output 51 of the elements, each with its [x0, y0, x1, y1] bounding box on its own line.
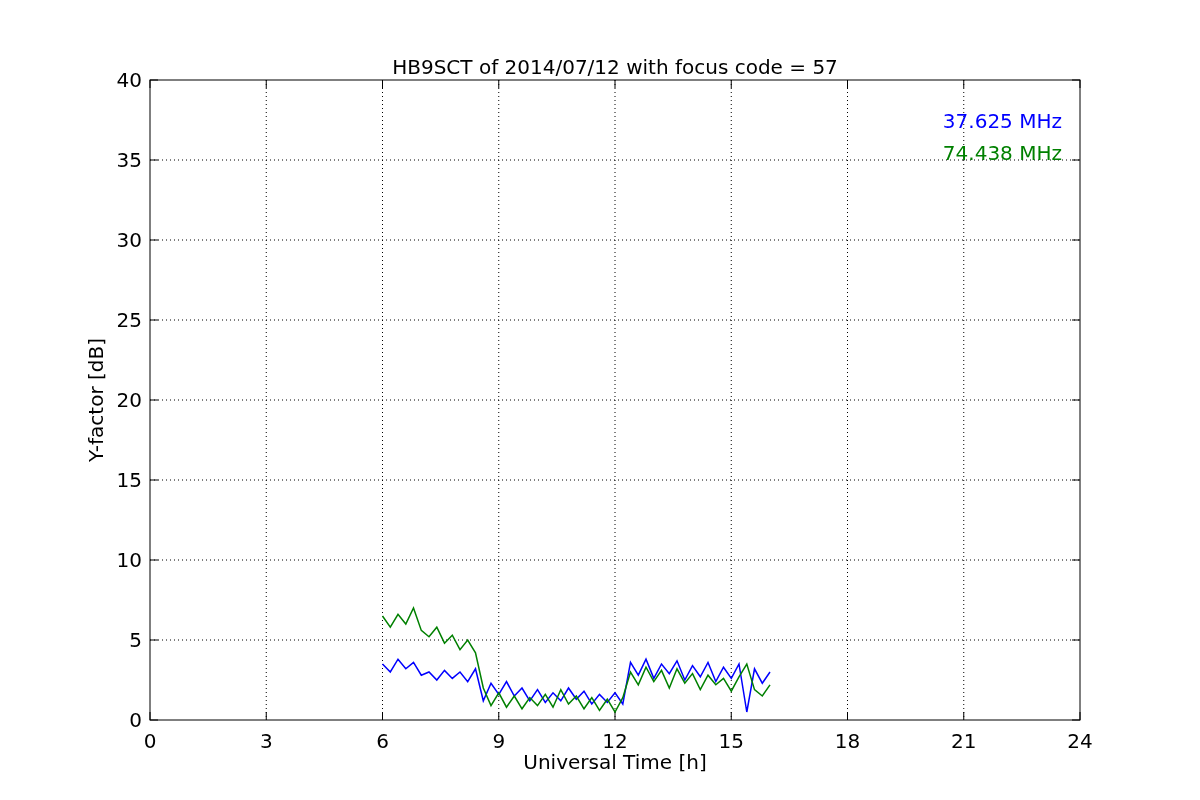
- y-tick-label: 5: [129, 628, 142, 652]
- tick-mark: [1071, 479, 1081, 481]
- tick-mark: [847, 711, 848, 721]
- y-tick-label: 25: [116, 308, 142, 332]
- tick-mark: [1071, 399, 1081, 401]
- x-tick-label: 18: [834, 729, 861, 753]
- tick-mark: [149, 159, 159, 161]
- x-tick-label: 24: [1067, 729, 1093, 753]
- tick-mark: [963, 711, 965, 721]
- x-tick-label: 12: [602, 729, 628, 753]
- x-tick-label: 6: [376, 729, 389, 753]
- legend-label: 37.625 MHz: [942, 109, 1062, 133]
- tick-mark: [1071, 559, 1081, 561]
- tick-mark: [498, 711, 500, 721]
- y-axis-title: Y-factor [dB]: [84, 338, 108, 462]
- tick-mark: [149, 479, 159, 481]
- y-tick-label: 40: [116, 68, 142, 92]
- tick-mark: [149, 399, 159, 401]
- tick-mark: [730, 79, 732, 89]
- tick-mark: [1071, 239, 1081, 241]
- x-tick-label: 9: [492, 729, 506, 753]
- tick-mark: [1071, 639, 1081, 641]
- tick-mark: [730, 711, 732, 721]
- tick-mark: [149, 639, 159, 641]
- y-tick-label: 35: [116, 148, 142, 172]
- x-tick-label: 21: [951, 729, 977, 753]
- tick-mark: [1071, 159, 1081, 161]
- tick-mark: [614, 711, 616, 721]
- tick-mark: [265, 79, 267, 89]
- tick-mark: [382, 711, 383, 721]
- y-tick-label: 0: [129, 708, 142, 732]
- legend-label: 74.438 MHz: [942, 141, 1062, 165]
- tick-mark: [149, 319, 159, 321]
- tick-mark: [265, 711, 267, 721]
- tick-mark: [149, 559, 159, 561]
- y-tick-label: 30: [116, 228, 142, 252]
- y-tick-label: 10: [116, 548, 142, 572]
- tick-mark: [382, 79, 383, 89]
- x-tick-label: 3: [259, 729, 273, 753]
- tick-mark: [847, 79, 848, 89]
- chart-title: HB9SCT of 2014/07/12 with focus code = 57: [392, 55, 838, 79]
- x-axis-title: Universal Time [h]: [523, 750, 707, 774]
- tick-mark: [963, 79, 965, 89]
- tick-mark: [149, 239, 159, 241]
- y-tick-label: 20: [116, 388, 142, 412]
- x-tick-label: 15: [718, 729, 744, 753]
- x-tick-label: 0: [143, 729, 157, 753]
- tick-mark: [498, 79, 500, 89]
- tick-mark: [614, 79, 616, 89]
- y-tick-label: 15: [116, 468, 142, 492]
- tick-mark: [1071, 319, 1081, 321]
